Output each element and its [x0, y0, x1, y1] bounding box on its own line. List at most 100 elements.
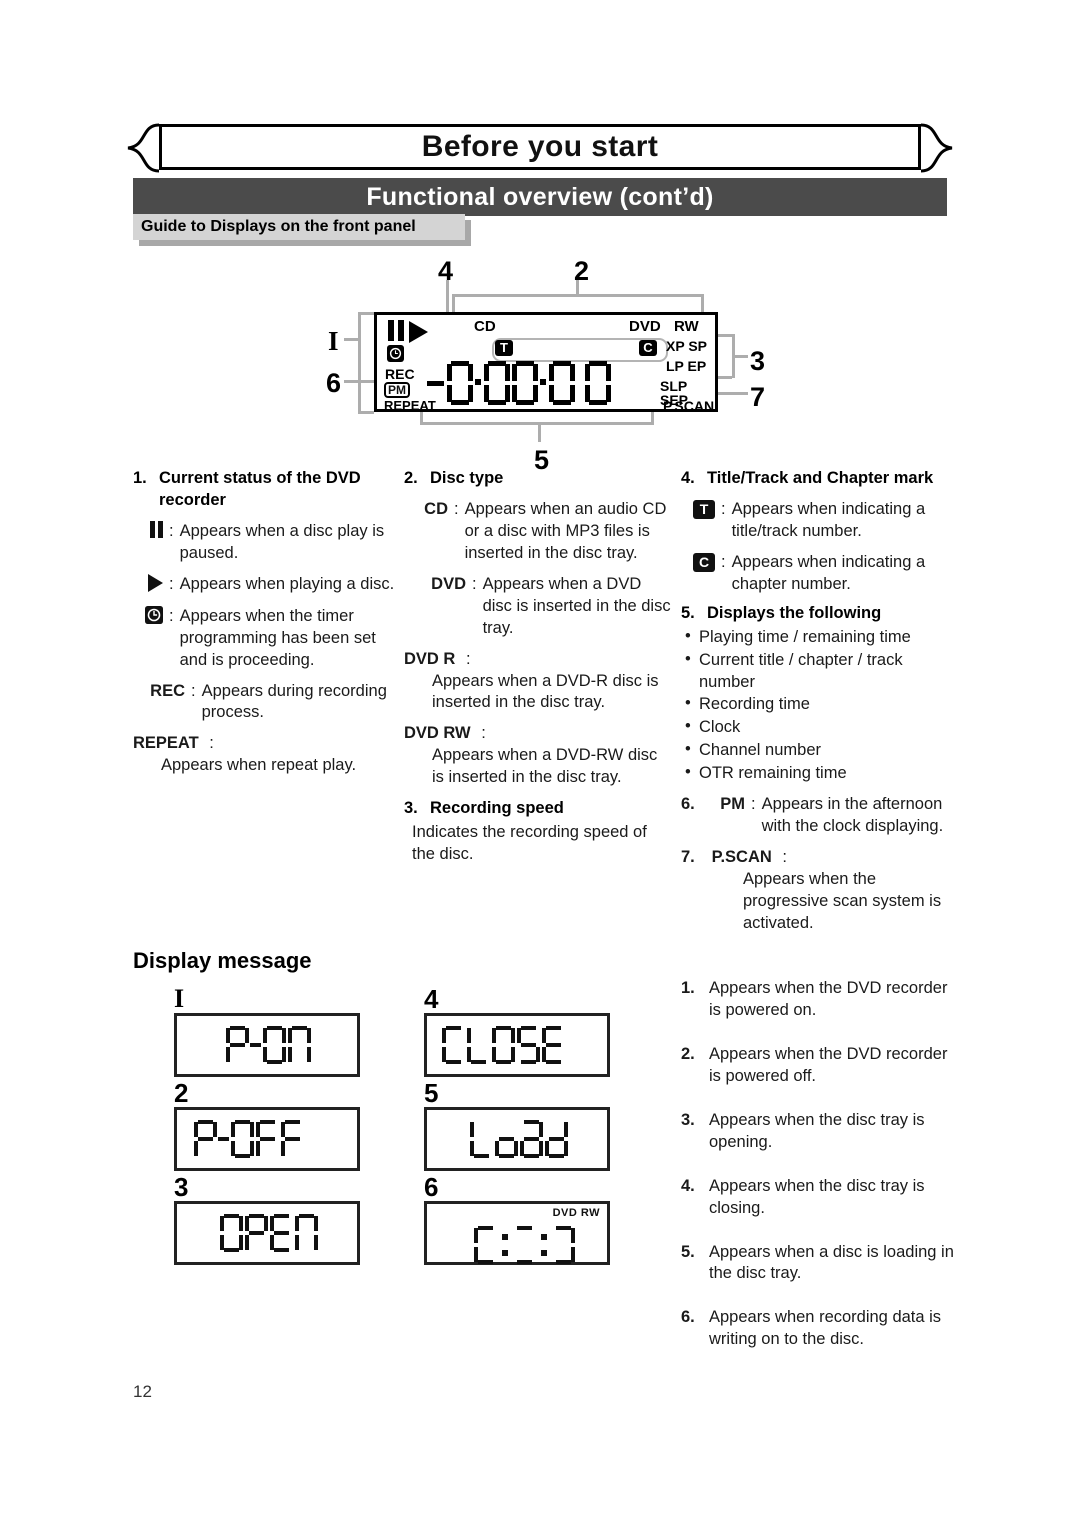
list-item: Recording time — [681, 693, 959, 716]
recspeed-desc: Indicates the recording speed of the dis… — [412, 823, 647, 864]
chapter-mark-icon: C — [681, 552, 715, 596]
segment-digit — [585, 361, 611, 405]
lcd-num-4: 4 — [424, 984, 439, 1014]
segment-digit — [447, 361, 473, 405]
seg-char — [545, 1120, 568, 1158]
clock-icon — [133, 605, 163, 672]
seg-dash — [218, 1120, 230, 1158]
seg-char — [256, 1120, 279, 1158]
seg-char — [442, 1026, 465, 1064]
seg-char — [231, 1120, 254, 1158]
dvdr-key: DVD R — [404, 649, 456, 668]
leader-3-stem — [732, 355, 748, 358]
displays-heading-text: Displays the following — [707, 603, 882, 622]
note-text: Appears when the disc tray is opening. — [709, 1110, 925, 1151]
page-banner: Before you start — [127, 123, 953, 173]
lcd-num-6: 6 — [424, 1172, 439, 1202]
note-num: 4. — [681, 1176, 695, 1195]
timer-desc: Appears when the timer programming has b… — [179, 606, 376, 669]
seg-char — [470, 1120, 493, 1158]
column-title-chapter: 4. Title/Track and Chapter mark T : Appe… — [681, 468, 959, 935]
col3-heading: 4. Title/Track and Chapter mark — [681, 468, 959, 490]
seg-colon — [498, 1226, 512, 1264]
chapter-mark-icon: C — [639, 340, 657, 356]
pm-label: PM — [384, 382, 410, 398]
list-item: OTR remaining time — [681, 762, 959, 785]
seg-char — [194, 1120, 217, 1158]
lcd-text-4 — [427, 1016, 621, 1074]
displays-num: 5. — [681, 603, 695, 622]
seg-char — [281, 1120, 304, 1158]
lcd-num-1: I — [174, 984, 185, 1013]
seg-char — [245, 1214, 268, 1252]
seg-char — [220, 1214, 243, 1252]
leader-5-span — [420, 422, 654, 425]
seg-char — [552, 1226, 575, 1264]
col1-heading: 1. Current status of the DVD recorder — [133, 468, 401, 512]
pm-key: PM — [720, 795, 745, 814]
seg-char — [513, 1226, 536, 1264]
lcd-text-2 — [177, 1110, 373, 1168]
leader-5-r — [651, 412, 654, 424]
seg-char — [263, 1026, 286, 1064]
rec-label: REC — [385, 366, 415, 382]
repeat-desc: Appears when repeat play. — [161, 756, 357, 775]
note-row: 3. Appears when the disc tray is opening… — [681, 1110, 959, 1154]
lcd-num-2: 2 — [174, 1078, 189, 1108]
callout-3: 3 — [750, 346, 766, 376]
pm-num: 6. — [681, 795, 695, 814]
pause-icon — [133, 520, 163, 565]
seg-char — [467, 1026, 490, 1064]
pscan-key: P.SCAN — [711, 848, 772, 867]
lp-ep-label: LP EP — [666, 358, 707, 374]
front-panel-lcd: REC PM REPEAT CD DVD RW T C XP SP LP EP … — [374, 312, 718, 413]
segment-dot — [474, 361, 483, 405]
dvdrw-desc: Appears when a DVD-RW disc is inserted i… — [432, 746, 658, 787]
col1-heading-text: Current status of the DVD recorder — [159, 469, 361, 509]
seg-dash — [250, 1026, 262, 1064]
timer-clock-icon — [387, 345, 404, 362]
xp-sp-label: XP SP — [666, 338, 707, 354]
lcd-box-5 — [424, 1107, 610, 1171]
callout-1: I — [328, 326, 339, 356]
lcd-num-5: 5 — [424, 1078, 439, 1108]
note-text: Appears when the DVD recorder is powered… — [709, 1044, 948, 1085]
list-item: Clock — [681, 716, 959, 739]
note-row: 6. Appears when recording data is writin… — [681, 1307, 959, 1351]
note-text: Appears when the disc tray is closing. — [709, 1176, 925, 1217]
lcd-num-3: 3 — [174, 1172, 189, 1202]
display-message-title: Display message — [133, 948, 312, 973]
repeat-key: REPEAT — [133, 734, 199, 753]
page-number: 12 — [133, 1382, 152, 1401]
leader-1-span — [358, 312, 361, 414]
definition-dvd: DVD : Appears when a DVD disc is inserte… — [404, 574, 672, 640]
definition-pause: : Appears when a disc play is paused. — [133, 520, 401, 565]
section-bar: Functional overview (cont’d) — [133, 178, 947, 216]
title-mark-icon: T — [495, 340, 513, 356]
seg-char — [495, 1120, 518, 1158]
segment-digit — [512, 361, 538, 405]
dvdrw-key: DVD RW — [404, 724, 471, 743]
leader-7 — [718, 392, 748, 395]
recspeed-num: 3. — [404, 799, 418, 818]
subsection-tab: Guide to Displays on the front panel — [133, 214, 473, 246]
col3-heading-num: 4. — [681, 469, 695, 487]
lcd-text-3 — [177, 1204, 399, 1262]
tab-label: Guide to Displays on the front panel — [133, 214, 465, 240]
note-row: 2. Appears when the DVD recorder is powe… — [681, 1044, 959, 1088]
play-icon — [409, 321, 428, 343]
chapter-mark-desc: Appears when indicating a chapter number… — [731, 552, 926, 593]
note-text: Appears when the DVD recorder is powered… — [709, 979, 948, 1019]
seg-char — [542, 1026, 565, 1064]
seg-char — [517, 1026, 540, 1064]
lcd-text-6 — [427, 1204, 653, 1274]
segment-digit — [549, 361, 575, 405]
note-num: 1. — [681, 979, 695, 997]
pause-icon — [388, 320, 404, 341]
definition-title-mark: T : Appears when indicating a title/trac… — [681, 499, 959, 543]
definition-dvdr: DVD R : Appears when a DVD-R disc is ins… — [404, 649, 672, 715]
front-panel-diagram: 4 2 I 6 3 7 5 REC PM REPEAT CD DVD RW T … — [300, 250, 800, 490]
note-text: Appears when a disc is loading in the di… — [709, 1242, 954, 1283]
lcd-box-3 — [174, 1201, 360, 1265]
leader-5-stem — [538, 422, 541, 442]
